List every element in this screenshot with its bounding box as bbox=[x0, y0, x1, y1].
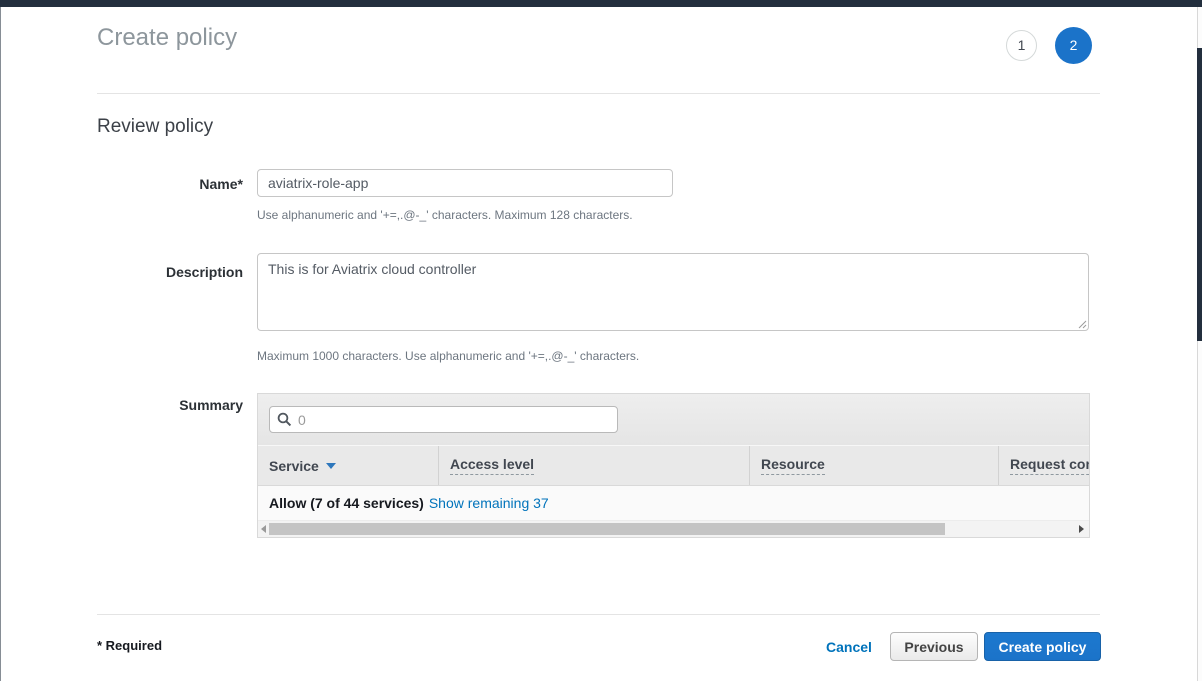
search-icon bbox=[277, 412, 292, 427]
column-header-request-conditions[interactable]: Request conditions bbox=[998, 446, 1090, 485]
create-policy-page: Create policy 1 2 Review policy Name* Us… bbox=[0, 0, 1202, 681]
page-title: Create policy bbox=[97, 24, 237, 52]
column-header-resource[interactable]: Resource bbox=[749, 446, 998, 485]
browser-top-bar bbox=[0, 0, 1202, 7]
policy-description-textarea[interactable]: This is for Aviatrix cloud controller bbox=[257, 253, 1089, 331]
create-policy-button[interactable]: Create policy bbox=[984, 632, 1101, 661]
vertical-scrollbar-thumb[interactable] bbox=[1197, 48, 1202, 341]
column-header-service[interactable]: Service bbox=[258, 446, 438, 485]
description-label: Description bbox=[97, 264, 243, 280]
resource-column-label: Resource bbox=[761, 456, 825, 475]
horizontal-scrollbar[interactable] bbox=[258, 521, 1089, 537]
request-conditions-column-label: Request conditions bbox=[1010, 456, 1090, 475]
summary-table: Service Access level Resource Request co… bbox=[257, 393, 1090, 538]
review-policy-heading: Review policy bbox=[97, 116, 213, 138]
step-indicator-1: 1 bbox=[1006, 30, 1037, 61]
required-note: * Required bbox=[97, 638, 162, 653]
description-help-text: Maximum 1000 characters. Use alphanumeri… bbox=[257, 349, 639, 363]
name-label: Name* bbox=[97, 176, 243, 192]
summary-table-header: Service Access level Resource Request co… bbox=[258, 446, 1090, 486]
policy-name-input[interactable] bbox=[257, 169, 673, 197]
scroll-left-icon[interactable] bbox=[261, 525, 266, 533]
horizontal-scrollbar-thumb[interactable] bbox=[269, 523, 945, 535]
access-level-column-label: Access level bbox=[450, 456, 534, 475]
cancel-button[interactable]: Cancel bbox=[826, 639, 872, 655]
description-field-wrap: This is for Aviatrix cloud controller bbox=[257, 253, 1089, 331]
footer-divider bbox=[97, 614, 1100, 615]
allow-services-text: Allow (7 of 44 services) bbox=[269, 495, 424, 511]
scroll-right-icon[interactable] bbox=[1079, 525, 1084, 533]
chevron-down-icon bbox=[326, 463, 336, 469]
summary-label: Summary bbox=[97, 397, 243, 413]
previous-button[interactable]: Previous bbox=[890, 632, 978, 661]
name-help-text: Use alphanumeric and '+=,.@-_' character… bbox=[257, 208, 633, 222]
window-left-edge bbox=[0, 0, 1, 681]
service-column-label: Service bbox=[269, 458, 319, 474]
step-indicator-2-active: 2 bbox=[1055, 27, 1092, 64]
table-row-allow-services: Allow (7 of 44 services) Show remaining … bbox=[258, 486, 1089, 521]
summary-search-input[interactable] bbox=[298, 412, 610, 428]
summary-search-box[interactable] bbox=[269, 406, 618, 433]
summary-filter-bar bbox=[258, 394, 1089, 446]
header-divider bbox=[97, 93, 1100, 94]
resize-handle-icon[interactable] bbox=[1077, 319, 1087, 329]
show-remaining-link[interactable]: Show remaining 37 bbox=[429, 495, 549, 511]
column-header-access-level[interactable]: Access level bbox=[438, 446, 749, 485]
vertical-scrollbar[interactable] bbox=[1197, 7, 1202, 681]
